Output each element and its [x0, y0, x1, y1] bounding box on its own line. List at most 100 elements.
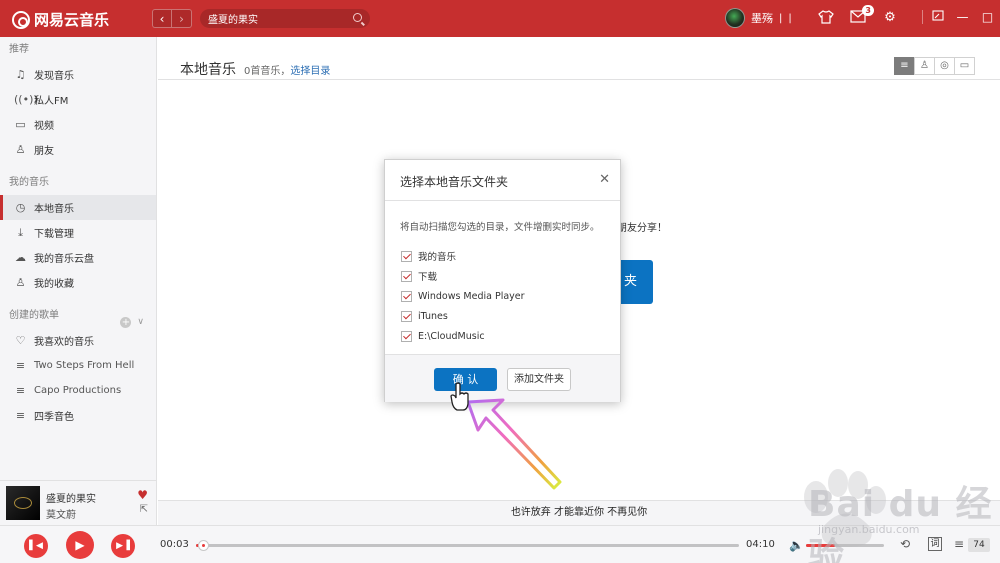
sidebar-item-label: 我的收藏: [34, 279, 74, 290]
album-view-icon[interactable]: ◎: [934, 57, 955, 75]
app-logo[interactable]: 网易云音乐: [12, 9, 109, 30]
header-tools: 3 ⚙: [817, 5, 899, 26]
history-nav: ‹ ›: [152, 9, 192, 28]
playlist-tools: + ∨: [120, 310, 144, 335]
progress-handle[interactable]: [197, 540, 209, 551]
sidebar-item-friends[interactable]: ♙ 朋友: [0, 137, 156, 162]
empty-hint: 朋友分享！: [617, 223, 667, 234]
folder-option[interactable]: iTunes: [401, 306, 525, 326]
sidebar-item-discover[interactable]: ♫ 发现音乐: [0, 62, 156, 87]
sidebar-item-playlist[interactable]: ≡ 四季音色: [0, 403, 156, 428]
sidebar-item-cloud[interactable]: ☁ 我的音乐云盘: [0, 245, 156, 270]
heart-icon: ♡: [15, 334, 26, 347]
maximize-icon[interactable]: □: [981, 10, 994, 24]
list-view-icon[interactable]: ≡: [894, 57, 915, 75]
dialog-title: 选择本地音乐文件夹: [400, 175, 509, 189]
chevron-down-icon[interactable]: |: [788, 13, 791, 24]
view-switcher: ≡ ♙ ◎ ▭: [894, 57, 975, 75]
artist-view-icon[interactable]: ♙: [914, 57, 935, 75]
folder-label: iTunes: [418, 310, 448, 322]
friends-icon: ♙: [15, 143, 26, 156]
avatar[interactable]: [725, 8, 745, 28]
minimize-icon[interactable]: —: [956, 10, 969, 24]
local-music-icon: ◷: [15, 201, 26, 214]
album-cover[interactable]: [6, 486, 40, 520]
netease-logo-icon: [12, 10, 30, 29]
hand-cursor-icon: [450, 382, 469, 411]
now-playing-card[interactable]: 盛夏的果实 莫文蔚 ♥ ⇱: [0, 480, 157, 525]
progress-bar[interactable]: [196, 540, 739, 551]
sidebar-item-playlist[interactable]: ≡ Two Steps From Hell: [0, 353, 156, 378]
sidebar-item-label: 本地音乐: [34, 204, 74, 215]
sidebar-item-video[interactable]: ▭ 视频: [0, 112, 156, 137]
folder-label: Windows Media Player: [418, 290, 525, 302]
folder-label: E:\CloudMusic: [418, 330, 485, 342]
sidebar-item-playlist[interactable]: ≡ Capo Productions: [0, 378, 156, 403]
share-icon[interactable]: ⇱: [140, 504, 148, 515]
cloud-icon: ☁: [15, 251, 26, 264]
watermark-text: Bai du 经验: [808, 484, 993, 563]
mail-icon[interactable]: 3: [849, 5, 874, 26]
favorites-icon: ♙: [15, 276, 26, 289]
forward-button[interactable]: ›: [172, 9, 192, 28]
user-area[interactable]: 墨殇 | |: [725, 8, 792, 28]
radio-icon: ((•)): [14, 93, 38, 106]
checkbox[interactable]: [401, 290, 412, 302]
choose-folder-link[interactable]: 选择目录: [290, 66, 330, 77]
next-button[interactable]: ▶▐: [111, 534, 135, 558]
sidebar-section-title: 推荐: [9, 44, 29, 55]
user-name[interactable]: 墨殇: [751, 10, 773, 26]
app-title: 网易云音乐: [34, 11, 110, 29]
chevron-left-icon: ‹: [159, 11, 165, 26]
chevron-down-icon[interactable]: ∨: [137, 310, 144, 335]
add-playlist-icon[interactable]: +: [120, 317, 132, 328]
back-button[interactable]: ‹: [152, 9, 172, 28]
select-folder-dialog: 选择本地音乐文件夹 ✕ 将自动扫描您勾选的目录，文件增删实时同步。 我的音乐 下…: [384, 159, 621, 402]
sidebar-item-label: 我喜欢的音乐: [34, 337, 94, 348]
mini-mode-icon[interactable]: [931, 10, 944, 24]
checkbox[interactable]: [401, 330, 412, 342]
gear-icon[interactable]: ⚙: [881, 10, 899, 26]
song-count-text: 0首音乐，: [244, 66, 291, 77]
skip-back-icon: ▌◀: [29, 541, 43, 551]
sidebar-item-favorites[interactable]: ♙ 我的收藏: [0, 270, 156, 295]
folder-option[interactable]: 下载: [401, 266, 525, 286]
close-icon[interactable]: ✕: [599, 172, 610, 187]
window-controls: — □ ✕: [922, 10, 1000, 24]
current-time: 00:03: [160, 539, 189, 550]
previous-button[interactable]: ▌◀: [24, 534, 48, 558]
sidebar-item-downloads[interactable]: ⤓ 下载管理: [0, 220, 156, 245]
volume-icon[interactable]: 🔈: [789, 538, 804, 552]
song-artist[interactable]: 莫文蔚: [46, 506, 76, 521]
sidebar-item-fm[interactable]: ((•)) 私人FM: [0, 87, 156, 112]
vip-icon: |: [779, 12, 783, 24]
folder-view-icon[interactable]: ▭: [954, 57, 975, 75]
folder-option[interactable]: Windows Media Player: [401, 286, 525, 306]
sidebar-item-label: 我的音乐云盘: [34, 254, 94, 265]
song-title[interactable]: 盛夏的果实: [46, 490, 96, 505]
folder-option[interactable]: 我的音乐: [401, 246, 525, 266]
checkbox[interactable]: [401, 270, 412, 282]
sidebar-item-local-music[interactable]: ◷ 本地音乐: [0, 195, 156, 220]
page-header: 本地音乐 0首音乐，选择目录: [180, 59, 330, 79]
play-icon: ▶: [75, 538, 85, 552]
sidebar-item-label: 私人FM: [34, 96, 69, 107]
chevron-right-icon: ›: [179, 11, 184, 26]
search-input[interactable]: [208, 13, 343, 24]
checkbox[interactable]: [401, 310, 412, 322]
folder-option[interactable]: E:\CloudMusic: [401, 326, 525, 346]
playlist-icon: ≡: [15, 409, 26, 422]
total-time: 04:10: [746, 539, 775, 550]
play-button[interactable]: ▶: [66, 531, 94, 559]
skin-icon[interactable]: [817, 10, 835, 26]
mail-badge: 3: [862, 5, 874, 16]
divider: [158, 79, 1000, 80]
download-icon: ⤓: [18, 225, 23, 239]
folder-list: 我的音乐 下载 Windows Media Player iTunes E:\C…: [401, 246, 525, 346]
sidebar: 推荐 ♫ 发现音乐 ((•)) 私人FM ▭ 视频 ♙ 朋友 我的音乐 ◷ 本地…: [0, 37, 157, 480]
search-icon[interactable]: [353, 13, 362, 22]
checkbox[interactable]: [401, 250, 412, 262]
sidebar-item-label: 发现音乐: [34, 71, 74, 82]
page-title: 本地音乐: [180, 62, 236, 78]
heart-icon[interactable]: ♥: [137, 488, 148, 502]
